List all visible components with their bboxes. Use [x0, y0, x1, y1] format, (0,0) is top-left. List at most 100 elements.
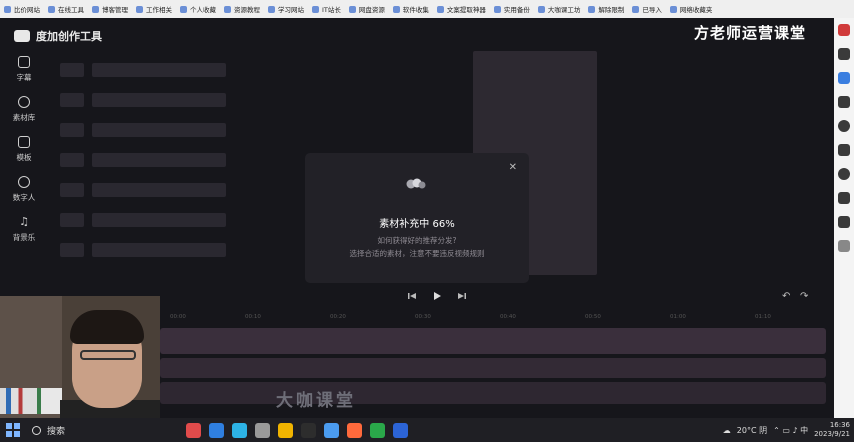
bookmark-item[interactable]: 实用备份	[493, 4, 530, 14]
screen: 比价网站 在线工具 博客管理 工作相关 个人收藏 资源教程 学习网站 IT站长 网盘资源 软件收集…	[0, 0, 854, 442]
sidebar-item-subtitle[interactable]: 字幕	[6, 56, 42, 83]
extension-icon[interactable]	[838, 96, 850, 108]
taskbar-app-icon[interactable]	[232, 422, 247, 438]
list-item[interactable]	[92, 153, 226, 167]
ruler-label: 01:10	[755, 314, 771, 320]
sidebar-item-template[interactable]: 模板	[6, 136, 42, 163]
add-icon[interactable]	[838, 240, 850, 252]
bookmark-item[interactable]: 比价网站	[4, 4, 40, 14]
extension-icon[interactable]	[838, 72, 850, 84]
folder-icon	[392, 5, 400, 13]
bookmark-label: 软件收集	[402, 6, 429, 14]
taskbar-app-icon[interactable]	[370, 422, 385, 438]
bookmark-label: 网盘资源	[358, 6, 385, 14]
timeline-ruler[interactable]: 00:00 00:10 00:20 00:30 00:40 00:50 01:0…	[160, 314, 830, 324]
list-item[interactable]	[92, 93, 226, 107]
sidebar-item-library[interactable]: 素材库	[6, 96, 42, 123]
taskbar-app-icon[interactable]	[324, 422, 339, 438]
bookmark-item[interactable]: 个人收藏	[180, 4, 216, 14]
taskbar-app-icon[interactable]	[278, 422, 293, 438]
extension-icon[interactable]	[838, 216, 850, 228]
folder-icon	[348, 5, 356, 13]
clock[interactable]: 16:36 2023/9/21	[814, 421, 850, 439]
loading-dialog: ✕ 素材补充中 66% 如何获得好的推荐分发? 选择合适的素材，注意不要违反视频…	[305, 153, 529, 283]
list-item[interactable]	[92, 183, 226, 197]
loading-spinner-icon	[406, 178, 426, 189]
app-logo[interactable]: 度加创作工具	[14, 28, 102, 44]
taskbar-app-icon[interactable]	[209, 422, 224, 438]
bookmark-item[interactable]: 博客管理	[92, 4, 128, 14]
brand-watermark: 大咖课堂	[276, 391, 356, 411]
bookmark-item[interactable]: 工作相关	[136, 4, 172, 14]
list-item[interactable]	[92, 63, 226, 77]
bookmark-item[interactable]: 网盘资源	[348, 4, 385, 14]
music-icon: ♫	[19, 215, 29, 228]
taskbar-app-icon[interactable]	[255, 422, 270, 438]
folder-icon	[92, 5, 99, 13]
sidebar-item-digital-human[interactable]: 数字人	[6, 176, 42, 203]
list-item[interactable]	[60, 153, 84, 167]
extension-icon[interactable]	[838, 168, 850, 180]
prev-frame-button[interactable]	[407, 291, 417, 304]
bookmark-item[interactable]: 资源教程	[224, 4, 260, 14]
list-item[interactable]	[92, 243, 226, 257]
extension-icon[interactable]	[838, 144, 850, 156]
ruler-label: 00:50	[585, 314, 601, 320]
ruler-label: 00:00	[170, 314, 186, 320]
bookmark-label: 工作相关	[146, 6, 172, 14]
close-button[interactable]: ✕	[509, 162, 517, 173]
taskbar-app-icon[interactable]	[393, 422, 408, 438]
list-item[interactable]	[60, 213, 84, 227]
list-item[interactable]	[60, 93, 84, 107]
extension-icon[interactable]	[838, 192, 850, 204]
bookmark-item[interactable]: 大咖课工坊	[537, 4, 580, 14]
presenter-glasses	[80, 350, 136, 360]
extension-icon[interactable]	[838, 48, 850, 60]
list-item[interactable]	[92, 213, 226, 227]
bookmark-item[interactable]: 软件收集	[392, 4, 429, 14]
channel-watermark: 方老师运营课堂	[693, 24, 806, 42]
bookmark-item[interactable]: 在线工具	[48, 4, 84, 14]
start-button[interactable]	[6, 423, 20, 437]
bookmark-label: 实用备份	[503, 6, 530, 14]
undo-button[interactable]: ↶	[782, 291, 790, 302]
taskbar: 搜索 ☁ 20°C 阴 ⌃ ▭ ♪ 中 16:36 2023/9/21	[0, 418, 854, 442]
bookmark-item[interactable]: 解除限制	[588, 4, 624, 14]
bookmark-item[interactable]: IT站长	[312, 4, 341, 14]
extension-icon[interactable]	[838, 120, 850, 132]
taskbar-app-icon[interactable]	[347, 422, 362, 438]
bookmark-item[interactable]: 学习网站	[268, 4, 304, 14]
sidebar-item-label: 字幕	[16, 73, 32, 82]
extension-icon[interactable]	[838, 24, 850, 36]
avatar-icon	[18, 176, 30, 188]
list-item[interactable]	[60, 183, 84, 197]
bookmark-item[interactable]: 已导入	[632, 4, 662, 14]
video-track[interactable]	[160, 328, 826, 354]
list-item[interactable]	[60, 243, 84, 257]
tip-question: 如何获得好的推荐分发?	[377, 236, 457, 245]
bookmark-label: IT站长	[322, 6, 341, 14]
play-button[interactable]	[432, 291, 442, 304]
list-item[interactable]	[92, 123, 226, 137]
folder-icon	[436, 5, 444, 13]
sidebar-item-label: 模板	[16, 153, 32, 162]
bookmark-label: 个人收藏	[190, 6, 216, 14]
sidebar-item-music[interactable]: ♫ 背景乐	[6, 216, 42, 243]
taskbar-search[interactable]: 搜索	[32, 424, 142, 437]
next-frame-button[interactable]	[457, 291, 467, 304]
sidebar: 字幕 素材库 模板 数字人 ♫ 背景乐	[0, 52, 48, 302]
taskbar-app-icon[interactable]	[186, 422, 201, 438]
taskbar-app-icon[interactable]	[301, 422, 316, 438]
list-item[interactable]	[60, 63, 84, 77]
presenter-hair	[70, 310, 144, 344]
template-icon	[18, 136, 30, 148]
bookmark-label: 网络收藏夹	[679, 6, 713, 14]
redo-button[interactable]: ↷	[800, 291, 808, 302]
subtitle-track[interactable]	[160, 358, 826, 378]
audio-track[interactable]	[160, 382, 826, 404]
redo-icon: ↷	[800, 291, 809, 302]
bookmark-item[interactable]: 网络收藏夹	[669, 4, 713, 14]
list-item[interactable]	[60, 123, 84, 137]
bookmark-item[interactable]: 文案提取神器	[436, 4, 486, 14]
tray-icons[interactable]: ⌃ ▭ ♪ 中	[773, 425, 808, 436]
